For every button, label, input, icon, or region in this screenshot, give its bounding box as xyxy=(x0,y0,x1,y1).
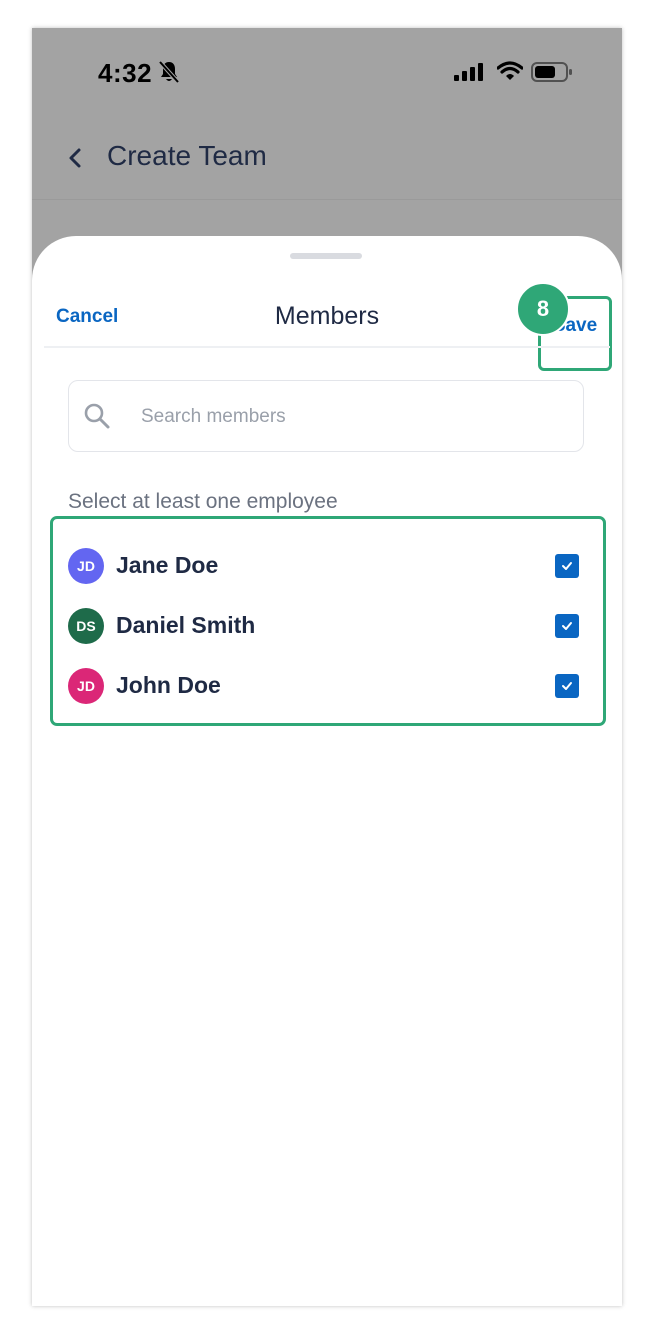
search-field[interactable] xyxy=(68,380,584,452)
sheet-grabber[interactable] xyxy=(290,253,362,259)
nav-bar: Create Team xyxy=(32,128,622,200)
member-name: John Doe xyxy=(116,672,221,698)
step-badge: 8 xyxy=(516,282,570,336)
member-checkbox[interactable] xyxy=(555,554,579,578)
selection-hint: Select at least one employee xyxy=(68,490,338,513)
member-checkbox[interactable] xyxy=(555,674,579,698)
status-time: 4:32 xyxy=(98,58,153,88)
members-list: JD Jane Doe DS Daniel Smith JD John Doe xyxy=(50,516,606,726)
avatar: JD xyxy=(68,548,104,584)
checkmark-icon xyxy=(562,682,572,690)
member-name: Daniel Smith xyxy=(116,612,256,638)
member-row-john-doe[interactable]: JD John Doe xyxy=(68,664,588,708)
member-name: Jane Doe xyxy=(116,552,219,578)
checkmark-icon xyxy=(562,562,572,570)
bell-off-icon xyxy=(158,60,180,84)
status-bar: 4:32 xyxy=(32,28,622,118)
cellular-signal-icon xyxy=(454,63,483,81)
sheet-header: Cancel Members Save 8 xyxy=(32,276,622,376)
member-row-daniel-smith[interactable]: DS Daniel Smith xyxy=(68,604,588,648)
wifi-icon xyxy=(497,61,523,80)
members-bottom-sheet: Cancel Members Save 8 Select at least on… xyxy=(32,236,622,1306)
avatar: JD xyxy=(68,668,104,704)
battery-icon xyxy=(531,62,572,82)
back-chevron-icon[interactable] xyxy=(66,146,84,170)
checkmark-icon xyxy=(562,622,572,630)
header-divider xyxy=(44,346,610,348)
page-title: Create Team xyxy=(107,140,267,171)
phone-screen: 4:32 Create Team Cancel Members Save 8 S… xyxy=(32,28,622,1306)
search-icon xyxy=(84,403,110,429)
search-input[interactable] xyxy=(141,403,561,431)
member-checkbox[interactable] xyxy=(555,614,579,638)
member-row-jane-doe[interactable]: JD Jane Doe xyxy=(68,544,588,588)
avatar: DS xyxy=(68,608,104,644)
